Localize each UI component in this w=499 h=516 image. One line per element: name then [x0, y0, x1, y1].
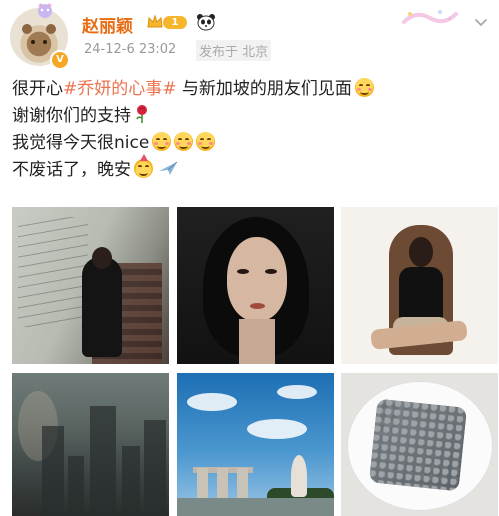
photo-portrait-closeup[interactable] — [177, 207, 334, 364]
avatar[interactable]: V — [10, 3, 70, 70]
post-line-4: 不废话了，晚安 — [12, 154, 179, 184]
topic-link[interactable]: #乔妍的心事# — [63, 79, 177, 99]
post-line-3: 我觉得今天很nice — [12, 130, 216, 157]
party-face-icon — [134, 154, 153, 178]
photo-reflection-city-window[interactable] — [12, 373, 169, 516]
text-segment: 谢谢你们的支持 — [12, 106, 131, 126]
panda-icon — [197, 14, 215, 31]
post-line-1: 很开心#乔妍的心事# 与新加坡的朋友们见面 — [12, 76, 374, 103]
post-location: 发布于 北京 — [196, 40, 272, 61]
airplane-icon — [159, 161, 178, 175]
text-segment: 很开心 — [12, 79, 63, 99]
photo-dessert-on-plate[interactable] — [341, 373, 498, 516]
post-line-2: 谢谢你们的支持 — [12, 103, 150, 130]
photo-seated-in-chair[interactable] — [341, 207, 498, 364]
weibo-post: V 赵丽颖 1 24-12-6 23:02 发布于 北京 很开心#乔妍的心事# … — [0, 0, 499, 516]
smiling-face-icon — [196, 132, 216, 151]
vip-level: 1 — [163, 16, 187, 29]
chevron-down-icon[interactable] — [474, 18, 488, 28]
text-segment: 我觉得今天很nice — [12, 133, 150, 153]
photo-marina-bay-skyline[interactable] — [177, 373, 334, 516]
smiling-face-icon — [152, 132, 172, 151]
crown-icon — [147, 14, 163, 28]
photo-grid — [12, 207, 498, 516]
text-segment: 与新加坡的朋友们见面 — [176, 79, 352, 99]
avatar-pendant-icon — [38, 3, 52, 18]
rose-icon — [136, 105, 147, 123]
smiling-face-icon — [174, 132, 194, 151]
text-segment: 不废话了，晚安 — [12, 160, 131, 180]
photo-woman-on-staircase[interactable] — [12, 207, 169, 364]
username[interactable]: 赵丽颖 — [82, 12, 133, 37]
verified-badge-icon: V — [50, 50, 70, 70]
blushing-face-icon — [354, 78, 374, 97]
post-time: 24-12-6 23:02 — [84, 42, 177, 57]
card-decoration-icon — [402, 10, 458, 24]
post-header: V 赵丽颖 1 24-12-6 23:02 发布于 北京 — [0, 0, 499, 70]
